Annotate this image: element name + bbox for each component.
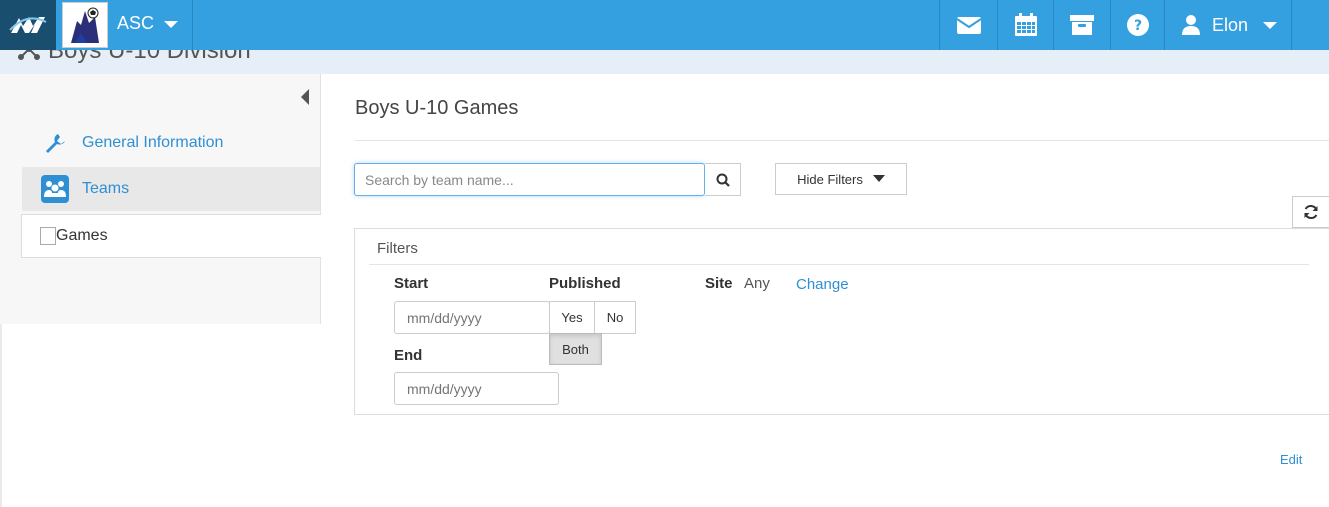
archive-button[interactable] bbox=[1053, 0, 1110, 50]
help-button[interactable]: ? bbox=[1110, 0, 1164, 50]
sidebar: General Information Teams Games bbox=[0, 74, 321, 324]
help-icon: ? bbox=[1126, 14, 1149, 36]
filters-legend: Filters bbox=[377, 240, 418, 257]
app-logo-icon bbox=[9, 17, 47, 33]
svg-text:?: ? bbox=[1133, 18, 1141, 34]
division-icon bbox=[18, 50, 40, 60]
start-label: Start bbox=[394, 275, 429, 292]
refresh-button[interactable] bbox=[1292, 196, 1329, 228]
user-name: Elon bbox=[1212, 14, 1249, 35]
site-value: Any bbox=[744, 275, 770, 292]
user-icon bbox=[1182, 15, 1200, 35]
site-label: Site bbox=[705, 275, 733, 292]
archive-icon bbox=[1070, 15, 1094, 35]
search-button[interactable] bbox=[705, 163, 741, 196]
published-both-button[interactable]: Both bbox=[549, 333, 602, 365]
refresh-icon bbox=[1304, 204, 1318, 220]
published-yes-button[interactable]: Yes bbox=[549, 301, 595, 334]
sidebar-item-label: Teams bbox=[82, 180, 130, 197]
published-both-label: Both bbox=[562, 341, 589, 357]
messages-button[interactable] bbox=[939, 0, 997, 50]
team-icon bbox=[38, 175, 72, 203]
top-nav-bar: ASC ? Elon bbox=[0, 0, 1329, 50]
sidebar-item-label: General Information bbox=[82, 134, 224, 151]
published-no-label: No bbox=[606, 310, 624, 325]
divider bbox=[355, 140, 1329, 141]
organization-crest[interactable] bbox=[62, 2, 108, 48]
start-date-input[interactable] bbox=[394, 301, 550, 334]
division-header: Boys U-10 Division bbox=[0, 50, 1329, 74]
user-menu[interactable]: Elon bbox=[1164, 0, 1292, 50]
chevron-down-icon bbox=[1263, 22, 1278, 29]
app-logo[interactable] bbox=[0, 0, 56, 50]
wrench-icon bbox=[38, 132, 72, 154]
hide-filters-button[interactable]: Hide Filters bbox=[775, 163, 907, 195]
change-site-link[interactable]: Change bbox=[796, 276, 849, 293]
end-label: End bbox=[394, 347, 423, 364]
sidebar-item-games[interactable]: Games bbox=[21, 214, 321, 258]
divider bbox=[369, 264, 1309, 265]
division-title: Boys U-10 Division bbox=[48, 50, 251, 64]
org-dropdown-caret-icon[interactable] bbox=[161, 14, 181, 34]
published-label: Published bbox=[549, 275, 621, 292]
search-icon bbox=[716, 173, 730, 187]
sidebar-item-label: Games bbox=[56, 227, 108, 244]
calendar-icon bbox=[1014, 13, 1037, 36]
end-date-input[interactable] bbox=[394, 372, 559, 405]
filters-panel: Filters Start Published Yes No Both Site… bbox=[354, 228, 1329, 415]
published-no-button[interactable]: No bbox=[594, 301, 636, 334]
page-title: Boys U-10 Games bbox=[355, 97, 519, 119]
edit-link[interactable]: Edit bbox=[1280, 452, 1302, 467]
sidebar-item-teams[interactable]: Teams bbox=[22, 167, 320, 211]
sidebar-edge bbox=[0, 324, 2, 507]
collapse-sidebar-icon[interactable] bbox=[299, 88, 311, 106]
sidebar-item-general-information[interactable]: General Information bbox=[22, 121, 320, 165]
published-yes-label: Yes bbox=[561, 310, 583, 325]
envelope-icon bbox=[955, 17, 982, 34]
organization-name[interactable]: ASC bbox=[117, 13, 154, 34]
search-input[interactable] bbox=[354, 163, 705, 196]
calendar-button[interactable] bbox=[997, 0, 1053, 50]
divider bbox=[192, 0, 193, 50]
wolf-crest-icon bbox=[63, 3, 107, 47]
hide-filters-label: Hide Filters bbox=[797, 171, 863, 187]
caret-down-icon bbox=[872, 175, 885, 182]
image-icon bbox=[40, 227, 56, 245]
